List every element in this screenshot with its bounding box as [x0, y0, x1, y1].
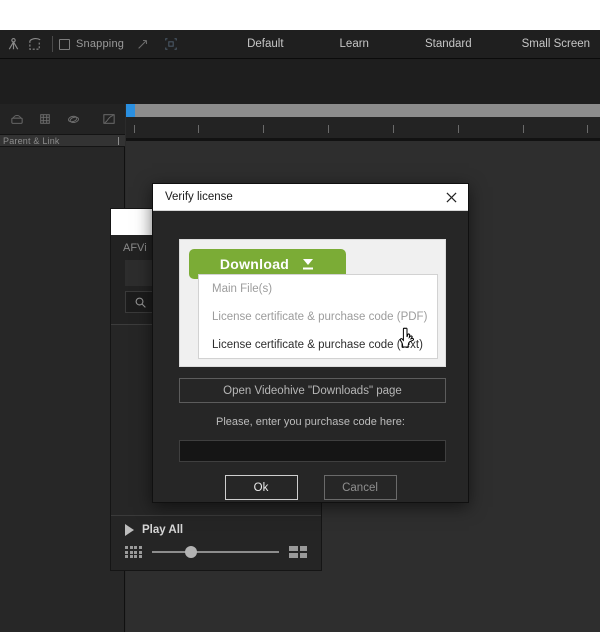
app-toolbar: Snapping Default Learn Standard Small Sc: [0, 30, 600, 59]
snapping-label: Snapping: [76, 38, 125, 50]
motion-blur-icon[interactable]: [64, 110, 82, 128]
download-dropdown-menu: Main File(s) License certificate & purch…: [198, 274, 438, 359]
download-arrow-icon: [301, 258, 315, 271]
bounding-box-icon[interactable]: [160, 33, 182, 55]
purchase-code-input[interactable]: [180, 441, 445, 461]
roto-brush-tool-icon[interactable]: [24, 33, 46, 55]
purchase-code-field[interactable]: [179, 440, 446, 462]
verify-license-dialog: Verify license Download Main File(s) Lic…: [152, 183, 469, 503]
timeline-ruler[interactable]: [126, 104, 600, 117]
dialog-body: Download Main File(s) License certificat…: [153, 211, 468, 503]
open-downloads-page-button[interactable]: Open Videohive "Downloads" page: [179, 378, 446, 403]
download-button-label: Download: [219, 256, 290, 272]
background-panel-title: AFVi: [123, 242, 147, 254]
tab-small-screen[interactable]: Small Screen: [512, 30, 600, 58]
play-all-label: Play All: [142, 524, 184, 536]
magnifier-icon: [135, 297, 146, 308]
dialog-title: Verify license: [165, 191, 233, 203]
thumbnail-size-slider[interactable]: [151, 546, 279, 558]
ok-button[interactable]: Ok: [224, 475, 298, 500]
menu-item-license-text[interactable]: License certificate & purchase code (tex…: [199, 331, 437, 359]
graph-editor-icon[interactable]: [100, 110, 118, 128]
snapping-toggle[interactable]: Snapping: [59, 38, 124, 50]
thumbnail-size-controls: [125, 546, 307, 558]
frame-blend-icon[interactable]: [36, 110, 54, 128]
cancel-button[interactable]: Cancel: [323, 475, 397, 500]
column-resize-handle[interactable]: [118, 136, 119, 145]
playhead-marker[interactable]: [126, 104, 135, 117]
top-white-strip: [0, 0, 600, 30]
puppet-pin-tool-icon[interactable]: [2, 33, 24, 55]
tab-standard[interactable]: Standard: [415, 30, 482, 58]
tab-learn[interactable]: Learn: [330, 30, 379, 58]
dialog-button-row: Ok Cancel: [153, 475, 468, 500]
slider-knob[interactable]: [184, 546, 197, 558]
timeline-tick-strip: [126, 117, 600, 138]
grid-view-icon[interactable]: [125, 546, 142, 558]
shy-layers-icon[interactable]: [8, 110, 26, 128]
list-view-icon[interactable]: [289, 546, 307, 558]
workspace-tabs: Default Learn Standard Small Screen: [237, 30, 600, 58]
timeline-top-spacer: [0, 59, 600, 104]
download-card: Download Main File(s) License certificat…: [179, 239, 446, 367]
toolbar-divider: [52, 36, 53, 52]
play-all-button[interactable]: Play All: [125, 524, 183, 536]
menu-item-main-files[interactable]: Main File(s): [199, 275, 437, 303]
purchase-code-hint: Please, enter you purchase code here:: [216, 416, 405, 428]
play-triangle-icon: [125, 524, 134, 536]
panel-footer: Play All: [111, 515, 321, 570]
parent-link-label: Parent & Link: [3, 135, 60, 146]
dialog-titlebar: Verify license: [153, 184, 468, 211]
timeline-layer-list: [0, 147, 125, 632]
snap-arrow-icon[interactable]: [132, 33, 154, 55]
toolbar-icon-group: Snapping: [0, 30, 182, 58]
close-icon[interactable]: [440, 186, 462, 208]
timeline-switch-icons: [0, 104, 125, 134]
tab-default[interactable]: Default: [237, 30, 293, 58]
menu-item-license-pdf[interactable]: License certificate & purchase code (PDF…: [199, 303, 437, 331]
timeline-column-header: Parent & Link: [0, 134, 125, 147]
screen-root: Snapping Default Learn Standard Small Sc: [0, 0, 600, 632]
snapping-checkbox[interactable]: [59, 38, 70, 50]
